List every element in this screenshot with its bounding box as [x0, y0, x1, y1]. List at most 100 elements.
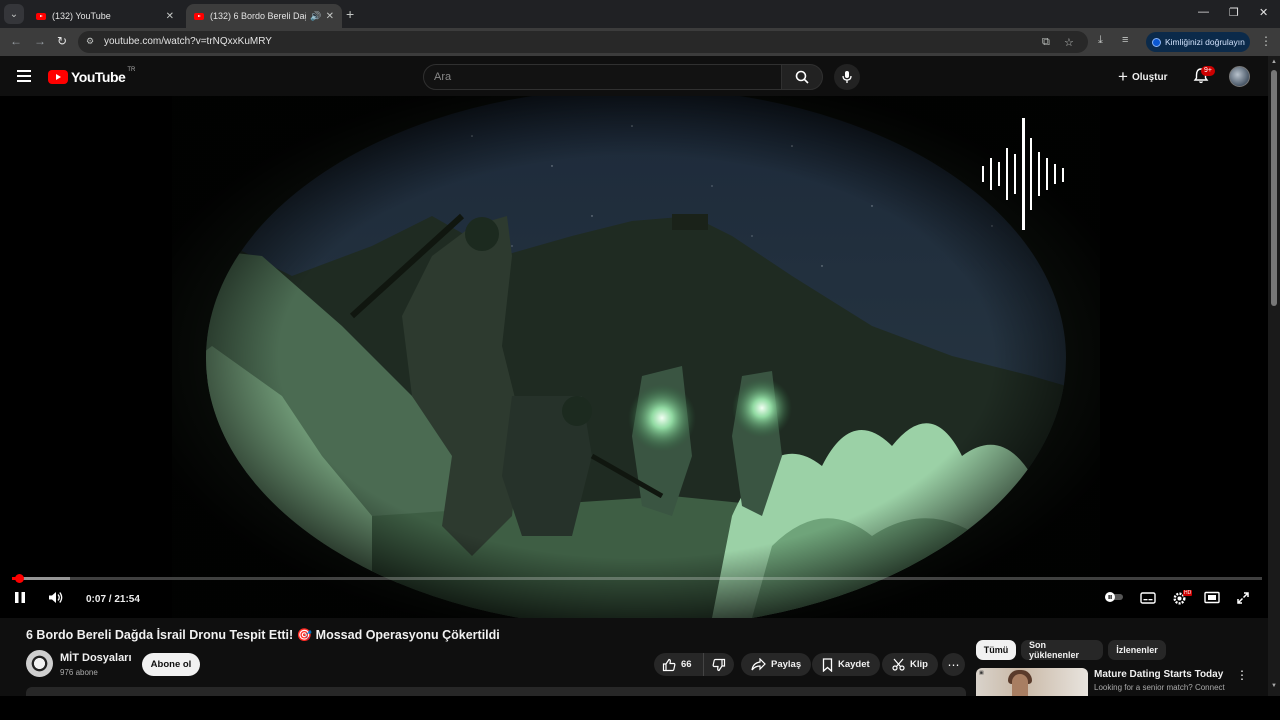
like-button[interactable]: 66	[654, 653, 704, 676]
tab-search-button[interactable]: ⌄	[4, 4, 24, 24]
video-progress-bar[interactable]	[12, 574, 1262, 583]
dislike-button[interactable]	[704, 653, 734, 676]
autoplay-toggle[interactable]	[1104, 591, 1124, 606]
chip-recent-uploads[interactable]: Son yüklenenler	[1021, 640, 1103, 660]
video-frame[interactable]	[172, 96, 1100, 618]
account-avatar[interactable]	[1229, 66, 1250, 87]
youtube-logo[interactable]: YouTube TR	[48, 67, 136, 85]
miniplayer-icon	[1204, 591, 1220, 604]
pause-icon	[15, 592, 25, 603]
download-icon[interactable]: ⤓	[1098, 34, 1103, 47]
hd-badge: HD	[1183, 590, 1193, 596]
scroll-down-icon[interactable]: ▼	[1271, 683, 1277, 689]
save-button[interactable]: Kaydet	[812, 653, 880, 676]
fullscreen-icon	[1237, 592, 1249, 604]
youtube-favicon-icon	[194, 12, 204, 20]
chip-all[interactable]: Tümü	[976, 640, 1016, 660]
verify-identity-button[interactable]: Kimliğinizi doğrulayın	[1146, 32, 1250, 52]
ad-brand-mark-icon: ▣	[979, 670, 984, 676]
close-icon[interactable]: ✕	[166, 11, 174, 22]
share-icon	[751, 658, 766, 671]
microphone-icon	[842, 71, 852, 83]
country-code: TR	[127, 67, 136, 73]
like-count: 66	[681, 659, 692, 670]
autoplay-toggle-icon	[1105, 592, 1123, 602]
speaker-icon[interactable]: 🔊	[310, 11, 321, 22]
share-button[interactable]: Paylaş	[741, 653, 812, 676]
site-info-icon[interactable]: ⚙	[86, 36, 94, 47]
clip-label: Klip	[910, 659, 928, 670]
menu-icon[interactable]	[17, 70, 31, 82]
scroll-up-icon[interactable]: ▲	[1271, 59, 1277, 65]
profile-dot-icon	[1152, 37, 1161, 47]
tab-title: (132) 6 Bordo Bereli Dağda	[210, 11, 306, 21]
pause-button[interactable]	[14, 591, 26, 607]
scrollbar-thumb[interactable]	[1271, 70, 1277, 306]
media-control-icon[interactable]: ≡	[1122, 34, 1128, 46]
channel-avatar[interactable]	[26, 650, 53, 677]
thumbs-up-icon	[662, 658, 676, 671]
forward-icon[interactable]: →	[34, 34, 46, 48]
time-display: 0:07 / 21:54	[86, 594, 140, 605]
subtitles-icon	[1140, 592, 1156, 604]
ad-title[interactable]: Mature Dating Starts Today	[1094, 669, 1223, 680]
browser-tab-video[interactable]: (132) 6 Bordo Bereli Dağda 🔊 ✕	[186, 4, 342, 28]
ad-menu-icon[interactable]: ⋮	[1236, 668, 1248, 682]
browser-tab-bar: ⌄ (132) YouTube ✕ (132) 6 Bordo Bereli D…	[0, 0, 1280, 28]
video-title: 6 Bordo Bereli Dağda İsrail Dronu Tespit…	[26, 628, 500, 642]
tab-title: (132) YouTube	[52, 11, 111, 21]
back-icon[interactable]: ←	[10, 34, 22, 48]
logo-text: YouTube	[71, 69, 126, 85]
description-box[interactable]	[26, 687, 966, 696]
youtube-favicon-icon	[36, 12, 46, 20]
subtitles-button[interactable]	[1140, 591, 1156, 607]
subscribe-button[interactable]: Abone ol	[142, 653, 200, 676]
address-bar[interactable]: ⚙ youtube.com/watch?v=trNQxxKuMRY ⧉ ☆	[78, 31, 1088, 53]
page-scrollbar[interactable]: ▲ ▼	[1268, 56, 1280, 696]
taskbar	[0, 696, 1280, 720]
volume-button[interactable]	[48, 591, 64, 607]
create-label: Oluştur	[1131, 71, 1168, 83]
browser-toolbar: ← → ↻ ⚙ youtube.com/watch?v=trNQxxKuMRY …	[0, 28, 1280, 56]
more-actions-button[interactable]: ⋯	[942, 653, 965, 676]
create-button[interactable]: + Oluştur	[1118, 66, 1168, 88]
video-player[interactable]: 0:07 / 21:54 HD	[0, 96, 1268, 618]
voice-search-button[interactable]	[834, 64, 860, 90]
volume-icon	[49, 592, 63, 603]
search-button[interactable]	[781, 64, 823, 90]
search-box[interactable]	[423, 64, 782, 90]
more-horizontal-icon: ⋯	[947, 657, 960, 672]
browser-tab-youtube[interactable]: (132) YouTube ✕	[28, 4, 182, 28]
scissors-icon	[892, 658, 905, 671]
youtube-header: YouTube TR + Oluştur 9+	[0, 56, 1268, 96]
verify-label: Kimliğinizi doğrulayın	[1165, 37, 1245, 47]
chip-watched[interactable]: İzlenenler	[1108, 640, 1166, 660]
bookmark-icon	[822, 657, 833, 672]
channel-name[interactable]: MİT Dosyaları	[60, 652, 132, 664]
close-icon[interactable]: ✕	[326, 11, 334, 22]
plus-icon: +	[1118, 67, 1128, 86]
subscriber-count: 976 abone	[60, 668, 98, 677]
miniplayer-button[interactable]	[1204, 591, 1220, 607]
minimize-icon[interactable]: —	[1198, 6, 1209, 18]
search-input[interactable]	[424, 65, 781, 89]
search-icon	[795, 70, 809, 84]
install-app-icon[interactable]: ⧉	[1042, 36, 1050, 49]
new-tab-button[interactable]: +	[346, 6, 354, 22]
reload-icon[interactable]: ↻	[57, 34, 67, 48]
ad-description: Looking for a senior match? Connect	[1094, 683, 1225, 692]
clip-button[interactable]: Klip	[882, 653, 938, 676]
restore-icon[interactable]: ❐	[1229, 6, 1239, 19]
like-dislike-group: 66	[654, 653, 734, 676]
scrubber-handle[interactable]	[14, 574, 24, 583]
thumbs-down-icon	[712, 658, 726, 671]
notification-badge: 9+	[1201, 66, 1215, 76]
ad-thumbnail[interactable]: ▣	[976, 668, 1088, 696]
fullscreen-button[interactable]	[1236, 591, 1250, 608]
browser-menu-icon[interactable]: ⋮	[1260, 34, 1272, 48]
bookmark-star-icon[interactable]: ☆	[1064, 36, 1074, 49]
night-vision-scene	[172, 96, 1100, 618]
url-text: youtube.com/watch?v=trNQxxKuMRY	[104, 36, 272, 47]
close-window-icon[interactable]: ✕	[1259, 6, 1268, 19]
share-label: Paylaş	[771, 659, 802, 670]
